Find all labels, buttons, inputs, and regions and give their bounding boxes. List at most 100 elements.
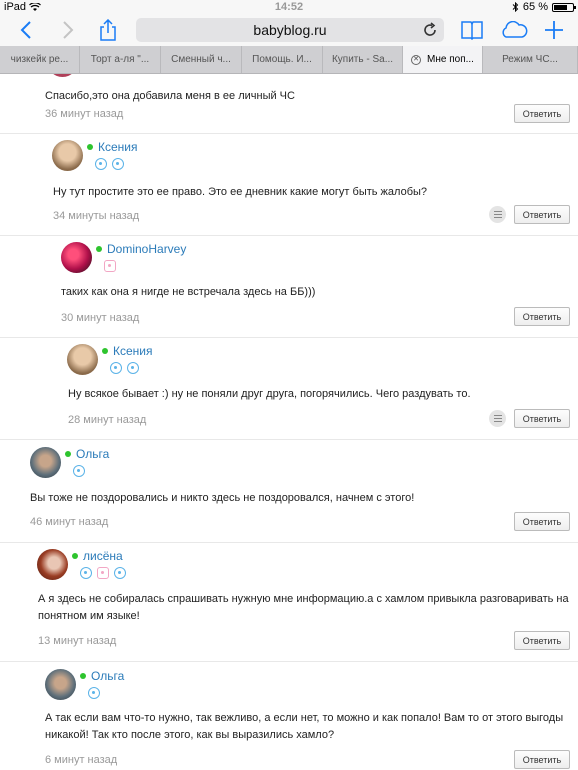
menu-icon[interactable] [489, 206, 506, 223]
reply-button[interactable]: Ответить [514, 631, 570, 650]
book-icon [461, 21, 483, 40]
chevron-left-icon [20, 21, 31, 39]
comment-text: Вы тоже не поздоровались и никто здесь н… [30, 492, 415, 504]
badges [95, 158, 138, 170]
tab-label: Сменный ч... [171, 54, 231, 65]
badge-icon[interactable] [88, 687, 100, 699]
comment-time: 30 минут назад [61, 312, 140, 324]
author-name[interactable]: лисёна [72, 549, 126, 563]
bookmarks-button[interactable] [458, 16, 486, 44]
comment-time: 36 минут назад [45, 108, 124, 120]
badge-icon[interactable] [112, 158, 124, 170]
author-row: Ксения [67, 344, 153, 375]
comment-time: 34 минуты назад [53, 210, 140, 222]
avatar[interactable] [61, 242, 92, 273]
reply-button[interactable]: Ответить [514, 205, 570, 224]
comment-text-line: А так если вам что-то нужно, так вежливо… [45, 712, 564, 724]
avatar[interactable] [45, 669, 76, 700]
comment: Ольга Вы тоже не поздоровались и никто з… [0, 440, 578, 543]
comment: Ольга А так если вам что-то нужно, так в… [0, 662, 578, 770]
author-name-text: Ольга [76, 447, 110, 461]
new-tab-button[interactable] [540, 16, 568, 44]
comment-time: 46 минут назад [30, 516, 109, 528]
comment: Спасибо,это она добавила меня в ее личны… [0, 74, 578, 134]
author-name[interactable]: Ольга [80, 669, 124, 683]
battery-percent: 65 % [522, 1, 548, 13]
author-meta: Ольга [65, 447, 109, 477]
author-name[interactable]: Ольга [65, 447, 109, 461]
address-bar[interactable]: babyblog.ru [136, 18, 444, 42]
author-meta: DominoHarvey [96, 242, 186, 272]
author-name[interactable]: Ксения [87, 140, 138, 154]
tab-label: чизкейк ре... [10, 54, 69, 65]
reply-button[interactable]: Ответить [514, 750, 570, 769]
comment: Ксения Ну тут простите это ее право. Это… [0, 134, 578, 236]
author-name-text: DominoHarvey [107, 242, 187, 256]
cloud-icon [502, 21, 528, 38]
author-row: DominoHarvey [61, 242, 186, 273]
tab-7[interactable]: Режим ЧС... [483, 46, 578, 73]
badge-icon[interactable] [114, 567, 126, 579]
comment: лисёна А я здесь не собиралась спрашиват… [0, 543, 578, 662]
badge-icon[interactable] [80, 567, 92, 579]
avatar[interactable] [37, 549, 68, 580]
badges [73, 465, 109, 477]
reply-button[interactable]: Ответить [514, 104, 570, 123]
avatar[interactable] [52, 140, 83, 171]
comment-text: Ну тут простите это ее право. Это ее дне… [53, 186, 428, 198]
comment-text: А я здесь не собиралась спрашивать нужну… [38, 591, 569, 625]
author-meta: Ксения [87, 140, 138, 170]
badge-icon[interactable] [95, 158, 107, 170]
comment-text-line: никакой! Так кто после этого, как вы выр… [45, 729, 335, 741]
badge-icon[interactable] [110, 362, 122, 374]
comment: DominoHarvey таких как она я нигде не вс… [0, 236, 578, 338]
share-icon [100, 19, 116, 41]
tab-3[interactable]: Сменный ч... [161, 46, 242, 73]
author-row: Ольга [45, 669, 124, 700]
close-tab-icon[interactable]: ✕ [411, 54, 422, 65]
comment-text: Ну всякое бывает :) ну не поняли друг др… [68, 388, 471, 400]
comment-text: А так если вам что-то нужно, так вежливо… [45, 710, 563, 744]
badges [104, 260, 186, 272]
tab-5[interactable]: Купить - Sa... [323, 46, 403, 73]
badge-icon[interactable] [127, 362, 139, 374]
author-name-text: Ксения [98, 140, 138, 154]
author-name[interactable]: Ксения [102, 344, 153, 358]
reply-button[interactable]: Ответить [514, 409, 570, 428]
avatar[interactable] [30, 447, 61, 478]
avatar[interactable] [67, 344, 98, 375]
icloud-tabs-button[interactable] [500, 16, 528, 44]
reload-icon[interactable] [422, 22, 438, 38]
bluetooth-icon [512, 2, 519, 12]
browser-toolbar: babyblog.ru [0, 14, 578, 46]
comment-text: Спасибо,это она добавила меня в ее личны… [45, 90, 295, 102]
tab-label: Мне поп... [427, 54, 474, 65]
menu-icon[interactable] [489, 410, 506, 427]
reply-button[interactable]: Ответить [514, 307, 570, 326]
tab-4[interactable]: Помощь. И... [242, 46, 323, 73]
badge-icon[interactable] [104, 260, 116, 272]
share-button[interactable] [94, 16, 122, 44]
back-button[interactable] [12, 16, 40, 44]
badge-icon[interactable] [73, 465, 85, 477]
badge-icon[interactable] [97, 567, 109, 579]
avatar[interactable] [47, 74, 78, 77]
status-bar: iPad 14:52 65 % [0, 0, 578, 14]
online-status-icon [65, 451, 71, 457]
author-meta: лисёна [72, 549, 126, 579]
tab-6-active[interactable]: ✕ Мне поп... [403, 46, 483, 73]
author-name-text: лисёна [83, 549, 123, 563]
author-name[interactable]: DominoHarvey [96, 242, 186, 256]
tab-2[interactable]: Торт а-ля "... [80, 46, 161, 73]
badges [80, 567, 126, 579]
reply-button[interactable]: Ответить [514, 512, 570, 531]
author-row: Ксения [52, 140, 138, 171]
battery-icon [552, 2, 576, 12]
online-status-icon [80, 673, 86, 679]
author-meta: Ксения [102, 344, 153, 374]
tab-1[interactable]: чизкейк ре... [0, 46, 80, 73]
badges [88, 687, 124, 699]
forward-button[interactable] [54, 16, 82, 44]
comment-time: 13 минут назад [38, 635, 117, 647]
comment-text-line: понятном им языке! [38, 610, 140, 622]
